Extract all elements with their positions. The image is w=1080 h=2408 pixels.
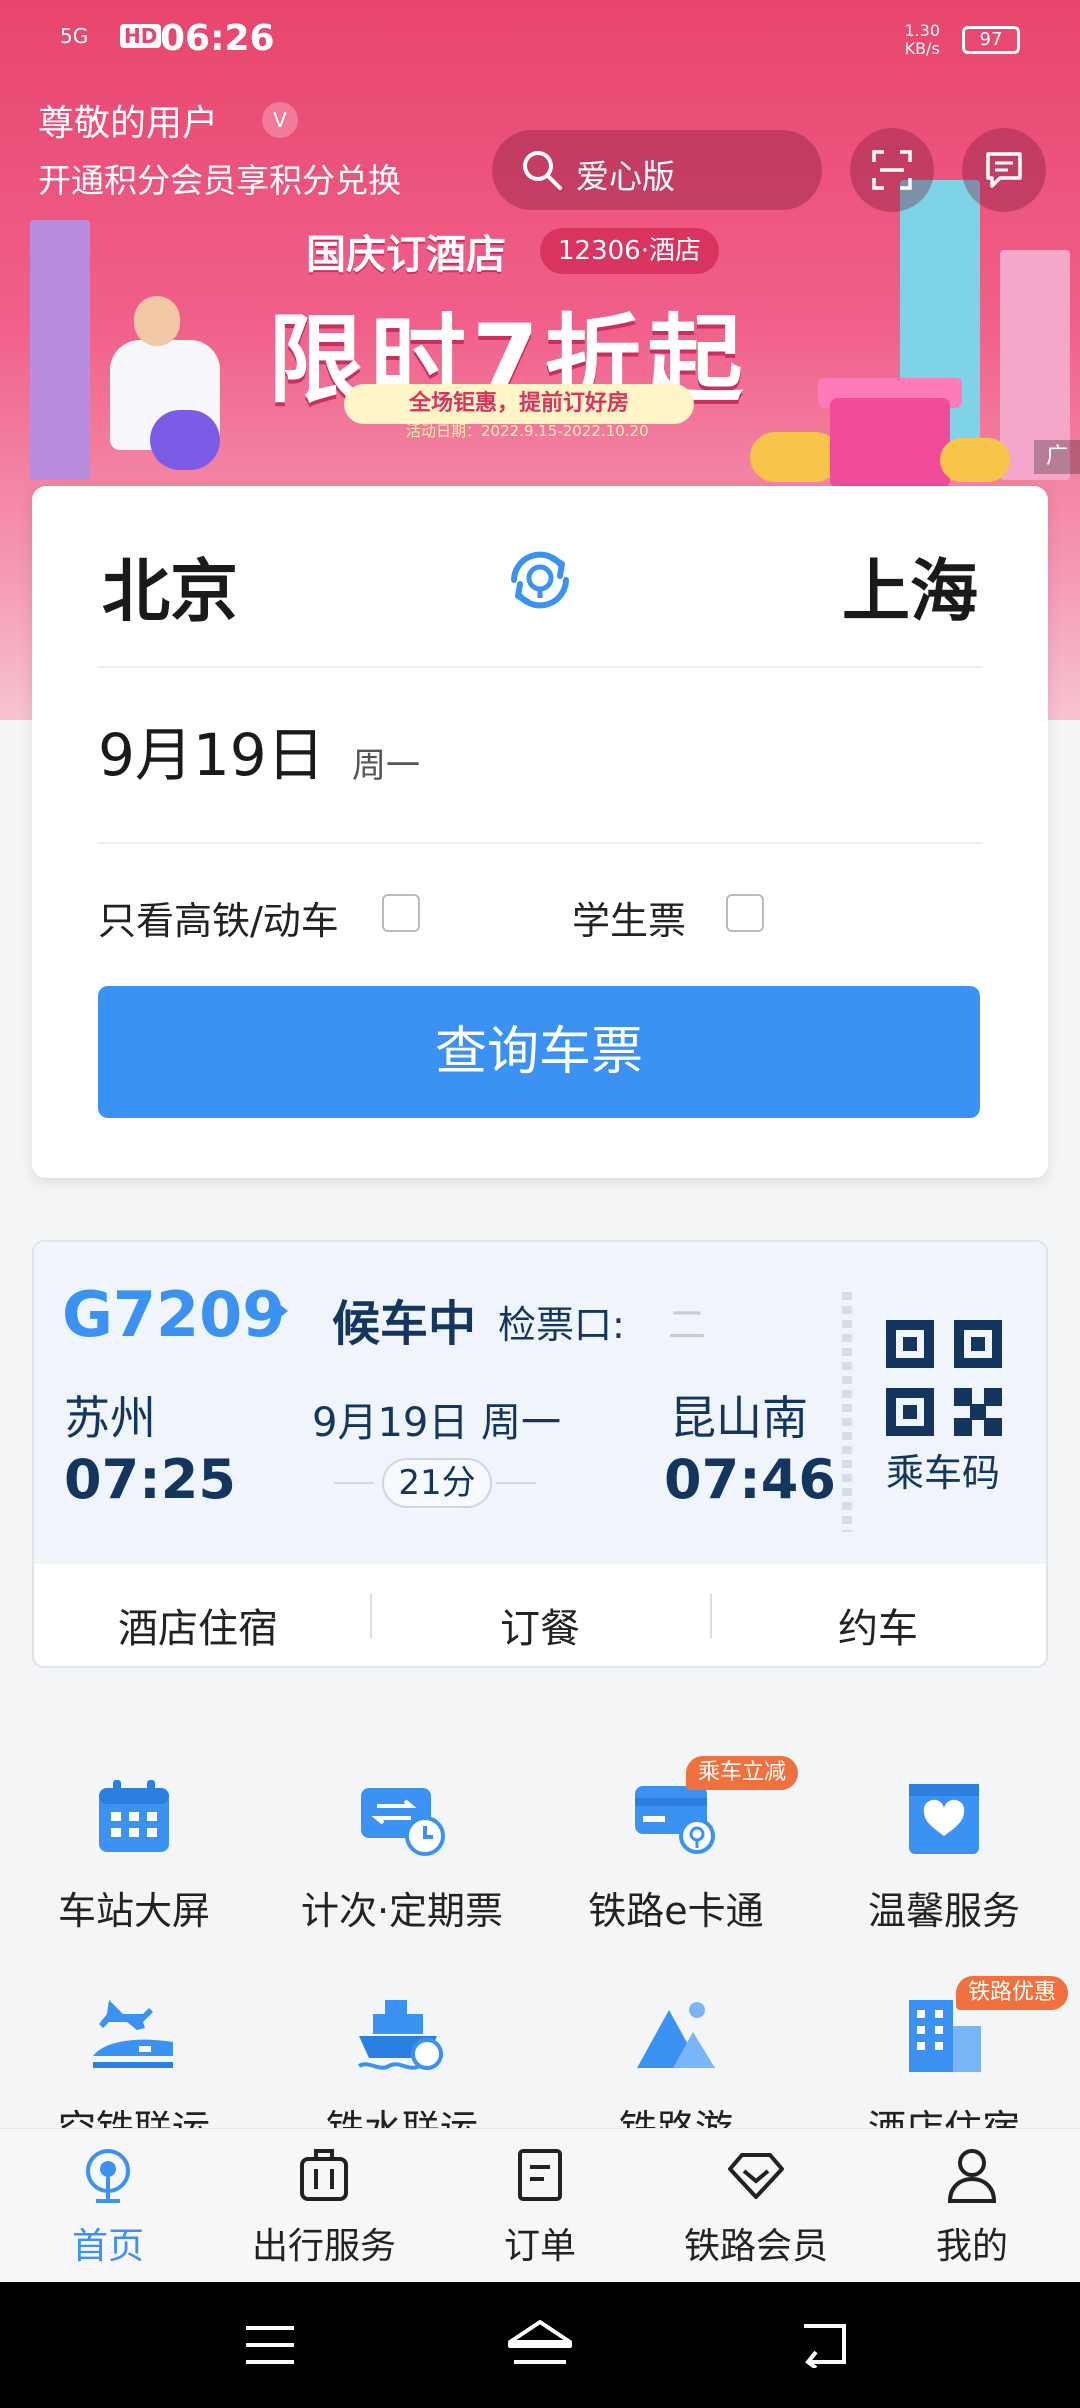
trip-service-car[interactable]: 约车 [838,1596,918,1654]
status-time: 06:26 [160,18,275,59]
order-icon [518,2149,562,2201]
plane-train-icon [93,2000,173,2068]
trip-status: 候车中 [332,1296,477,1352]
network-speed: 1.30 KB/s [904,21,940,58]
banner-dates: 活动日期：2022.9.15-2022.10.20 [406,422,649,440]
tab-label: 首页 [71,2226,144,2267]
banner-title: 国庆订酒店 [306,232,506,278]
system-nav-bar [0,2282,1080,2408]
home-icon[interactable] [504,2316,576,2372]
grid-item-periodic-ticket[interactable]: 计次·定期票 [282,1772,522,1935]
ticket-clock-icon [361,1788,445,1856]
swap-cities-button[interactable] [500,540,580,624]
divider [98,842,982,844]
grid-label: 温馨服务 [867,1889,1020,1933]
mountain-icon [637,2002,715,2068]
user-icon [947,2149,997,2203]
banner-tag: 12306·酒店 [540,228,719,274]
search-icon [523,151,562,190]
user-name[interactable]: 尊敬的用户 [38,94,218,146]
tab-label: 我的 [935,2226,1008,2267]
grid-item-care-service[interactable]: 温馨服务 [824,1772,1064,1935]
promo-badge: 铁路优惠 [956,1976,1069,2010]
duration-line [496,1482,536,1484]
student-ticket-label[interactable]: 学生票 [572,890,686,945]
gate-label: 检票口: [498,1303,625,1347]
divider [98,666,982,668]
to-city[interactable]: 上海 [842,536,978,635]
ship-icon [357,2000,443,2070]
qr-code-icon[interactable] [886,1320,1002,1436]
trip-service-hotel[interactable]: 酒店住宿 [118,1596,278,1654]
tab-label: 铁路会员 [683,2226,828,2267]
message-button[interactable] [962,128,1046,212]
message-icon [986,152,1022,188]
bottom-tab-bar: 首页 出行服务 订单 铁路会员 我的 [0,2128,1080,2282]
divider [370,1594,372,1638]
tab-label: 订单 [503,2226,576,2267]
member-promo-link[interactable]: 开通积分会员享积分兑换 [38,158,418,204]
banner-figure-leg [150,410,220,470]
tab-travel-services[interactable]: 出行服务 [216,2145,432,2269]
ride-code-label[interactable]: 乘车码 [886,1442,1000,1497]
signal-indicator: 5G [60,24,89,48]
travel-date[interactable]: 9月19日 [98,708,325,792]
upcoming-trip-card[interactable]: G7209 候车中 检票口: 二 苏州 07:25 9月19日 周一 21分 昆… [32,1240,1048,1668]
arrival-time: 07:46 [664,1448,836,1511]
banner-coins [750,432,840,482]
banner-coins [940,438,1010,482]
tab-home[interactable]: 首页 [0,2145,216,2269]
expand-arrow-icon [274,1300,288,1322]
scan-button[interactable] [850,128,934,212]
query-tickets-button[interactable]: 查询车票 [98,986,980,1118]
departure-time: 07:25 [64,1448,236,1511]
menu-icon[interactable] [242,2322,298,2368]
grid-label: 计次·定期票 [300,1889,504,1933]
grid-item-station-screen[interactable]: 车站大屏 [14,1772,254,1935]
battery-indicator: 97 [962,26,1020,54]
departure-station: 苏州 [64,1391,156,1445]
tab-rail-membership[interactable]: 铁路会员 [648,2145,864,2269]
trip-date: 9月19日 周一 [312,1400,562,1446]
search-label: 爱心版 [576,157,675,196]
train-number[interactable]: G7209 [62,1278,285,1351]
search-button[interactable]: 爱心版 [492,130,822,210]
from-city[interactable]: 北京 [102,536,238,635]
trip-service-meal[interactable]: 订餐 [500,1596,580,1654]
promo-badge: 乘车立减 [686,1756,799,1790]
banner-figure-head [134,296,180,346]
vip-badge[interactable]: V [262,102,298,138]
heart-bag-icon [909,1784,979,1854]
student-ticket-checkbox[interactable] [726,894,764,932]
tab-label: 出行服务 [251,2226,396,2267]
duration-line [334,1482,374,1484]
home-rail-icon [86,2149,130,2203]
hd-indicator: HD [120,24,162,48]
high-speed-only-checkbox[interactable] [382,894,420,932]
booking-card: 北京 上海 9月19日 周一 只看高铁/动车 学生票 查询车票 [32,486,1048,1178]
grid-label: 铁路e卡通 [588,1889,764,1933]
swap-icon [511,551,569,609]
luggage-icon [300,2149,348,2201]
gate-value: 二 [668,1303,707,1347]
tab-profile[interactable]: 我的 [864,2145,1080,2269]
banner-subline: 全场钜惠，提前订好房 [344,384,694,424]
banner-gift [830,398,950,488]
scan-icon [872,150,912,190]
grid-item-rail-ecard[interactable]: 铁路e卡通 [556,1772,796,1935]
divider [710,1594,712,1638]
status-bar: 5G HD 06:26 1.30 KB/s 97 [60,18,1040,68]
tab-orders[interactable]: 订单 [432,2145,648,2269]
arrival-station: 昆山南 [670,1391,808,1445]
high-speed-only-label[interactable]: 只看高铁/动车 [98,890,339,945]
ticket-perforation [842,1292,852,1532]
trip-duration: 21分 [382,1458,492,1508]
grid-label: 车站大屏 [57,1889,210,1933]
ad-label: 广 [1034,440,1080,474]
banner-building [30,220,90,480]
diamond-icon [728,2153,784,2199]
back-icon[interactable] [796,2318,852,2368]
calendar-icon [99,1780,169,1852]
travel-weekday: 周一 [352,746,420,786]
